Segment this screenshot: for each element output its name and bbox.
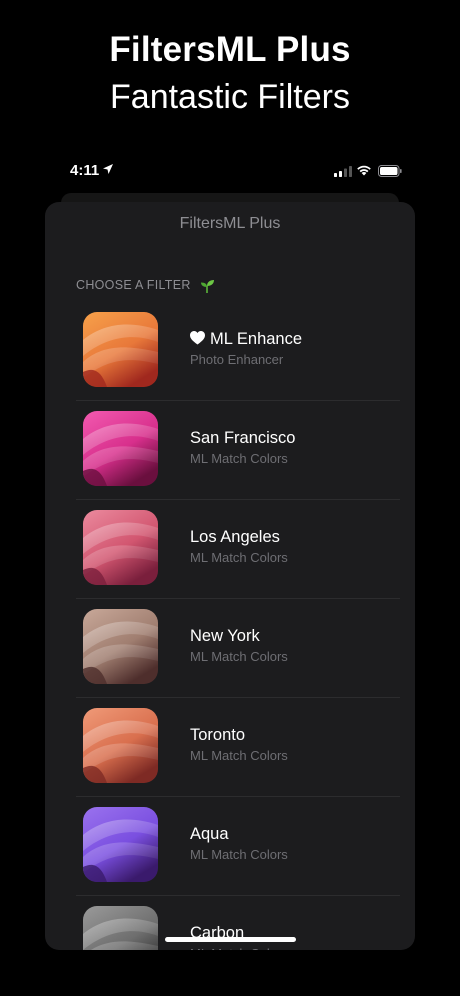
filter-thumbnail: [83, 906, 158, 950]
filter-name: ML Enhance: [190, 330, 302, 349]
section-header-label: CHOOSE A FILTER: [76, 278, 191, 292]
filter-subtitle: Photo Enhancer: [190, 352, 284, 367]
filter-name: Los Angeles: [190, 528, 280, 547]
filter-name-label: New York: [190, 627, 260, 645]
filter-thumbnail: [83, 510, 158, 585]
wifi-icon: [357, 165, 371, 176]
status-time: 4:11: [70, 162, 100, 179]
filter-row[interactable]: San Francisco ML Match Colors: [45, 401, 415, 500]
location-arrow-icon: [103, 164, 113, 174]
filter-subtitle: ML Match Colors: [190, 748, 288, 763]
filter-name: New York: [190, 627, 260, 646]
filter-name: Aqua: [190, 825, 229, 844]
section-header: CHOOSE A FILTER: [76, 278, 215, 293]
filter-row[interactable]: ML Enhance Photo Enhancer: [45, 302, 415, 401]
filter-thumbnail: [83, 708, 158, 783]
filter-row[interactable]: New York ML Match Colors: [45, 599, 415, 698]
filter-name-label: Toronto: [190, 726, 246, 744]
home-indicator[interactable]: [165, 937, 296, 942]
promo-subtitle: Fantastic Filters: [110, 78, 350, 116]
filter-thumbnail: [83, 312, 158, 387]
heart-icon: [190, 331, 205, 345]
filter-thumbnail: [83, 411, 158, 486]
filter-name-label: ML Enhance: [210, 330, 303, 348]
filter-row[interactable]: Aqua ML Match Colors: [45, 797, 415, 896]
app-title: FiltersML Plus: [179, 215, 281, 232]
filter-name-label: Aqua: [190, 825, 229, 843]
filter-subtitle: ML Match Colors: [190, 550, 288, 565]
app-sheet: FiltersML Plus CHOOSE A FILTER ML Enhanc…: [45, 202, 415, 950]
filter-row[interactable]: Toronto ML Match Colors: [45, 698, 415, 797]
filter-name-label: San Francisco: [190, 429, 296, 447]
sprout-icon: [200, 279, 214, 293]
promo-title: FiltersML Plus: [109, 30, 351, 69]
filter-row[interactable]: Los Angeles ML Match Colors: [45, 500, 415, 599]
filter-list: ML Enhance Photo Enhancer San Francisco ML …: [45, 302, 415, 950]
battery-icon: [378, 165, 402, 177]
filter-thumbnail: [83, 807, 158, 882]
filter-thumbnail: [83, 609, 158, 684]
filter-name-label: Los Angeles: [190, 528, 280, 546]
filter-subtitle: ML Match Colors: [190, 451, 288, 466]
filter-subtitle: ML Match Colors: [190, 847, 288, 862]
filter-subtitle: ML Match Colors: [190, 946, 288, 950]
cellular-signal-icon: [334, 166, 352, 177]
filter-subtitle: ML Match Colors: [190, 649, 288, 664]
filter-name: San Francisco: [190, 429, 295, 448]
filter-name: Toronto: [190, 726, 245, 745]
status-bar: 4:11: [0, 158, 460, 186]
